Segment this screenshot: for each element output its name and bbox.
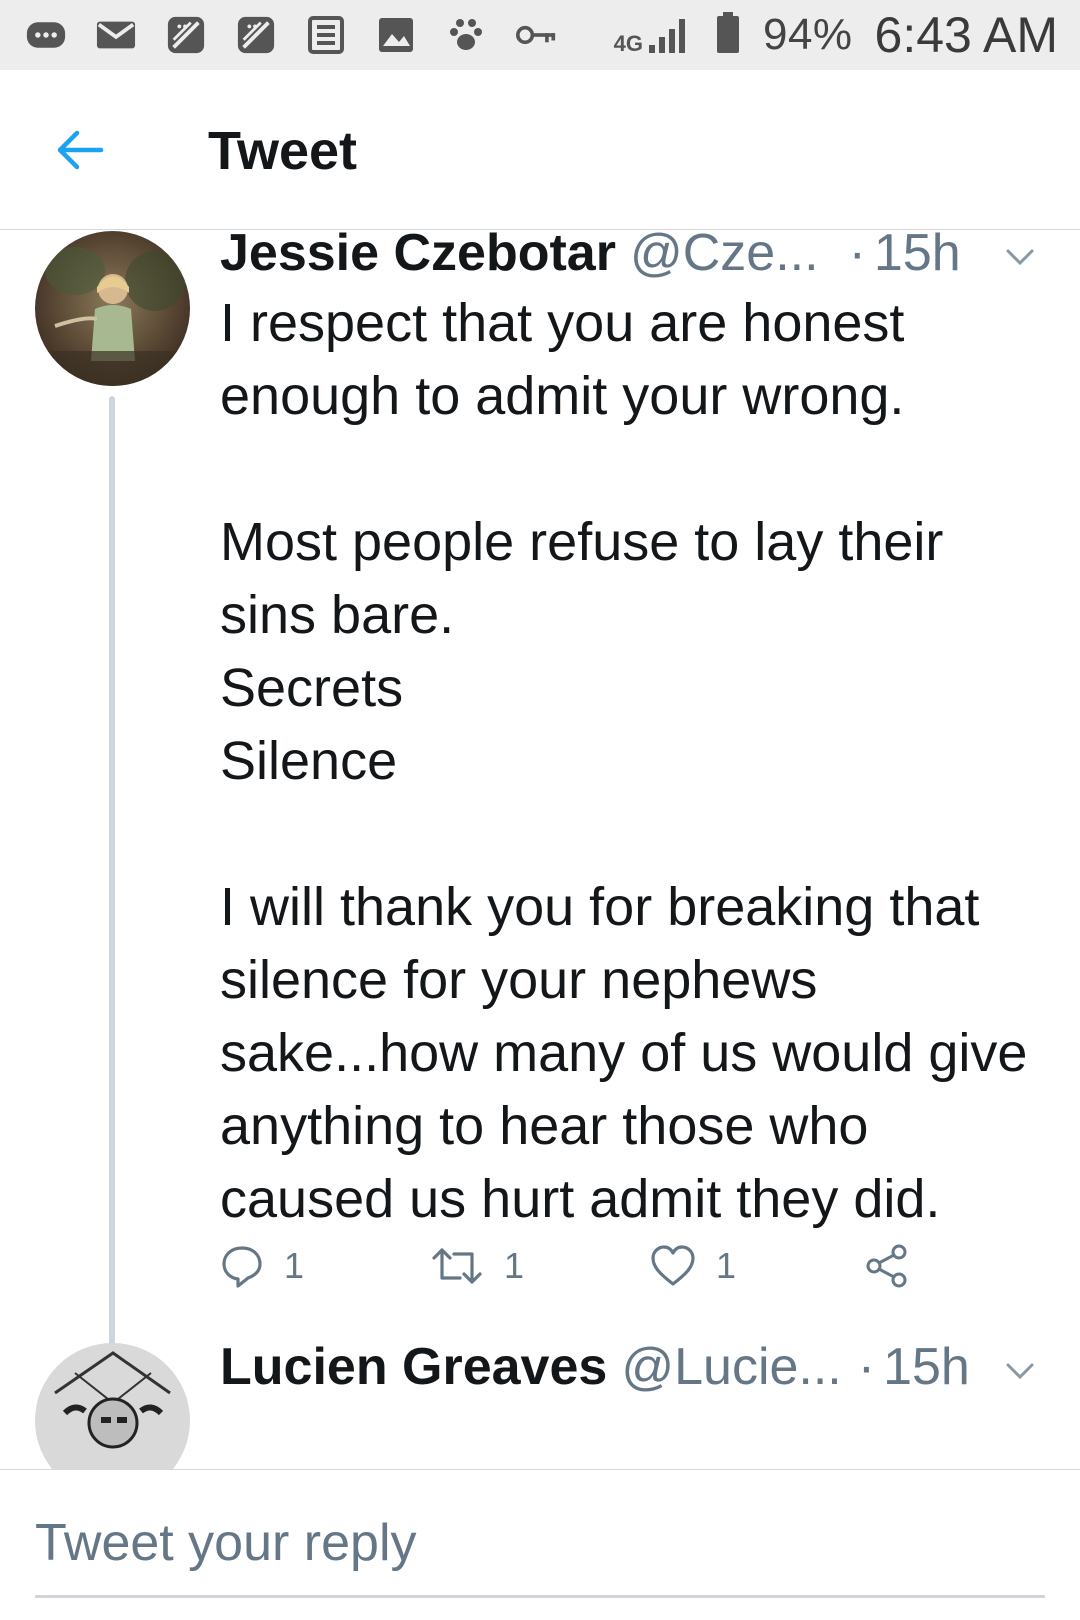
- status-bar: 4G 94% 6:43 AM: [0, 0, 1080, 70]
- reply-count: 1: [284, 1245, 305, 1286]
- tweet-text: I respect that you are honest enough to …: [220, 287, 1040, 1236]
- tweet-timestamp[interactable]: 15h: [874, 231, 961, 283]
- vpn-key-icon: [516, 15, 556, 55]
- back-arrow-icon[interactable]: [50, 120, 110, 180]
- reply-input-underline: [35, 1595, 1045, 1598]
- tweet-header: Lucien Greaves @Lucie... · 15h: [220, 1337, 1040, 1397]
- retweet-button[interactable]: 1: [430, 1244, 524, 1288]
- reply-input[interactable]: [35, 1510, 1045, 1576]
- separator-dot: ·: [857, 1338, 876, 1396]
- network-type-label: 4G: [613, 31, 643, 56]
- heart-icon: [651, 1245, 695, 1286]
- clock: 6:43 AM: [874, 7, 1058, 63]
- user-handle[interactable]: @Lucie...: [621, 1337, 841, 1397]
- tweet[interactable]: Jessie Czebotar @Cze... · 15h I respect …: [0, 231, 1080, 1381]
- thread-connector: [109, 396, 115, 1381]
- email-icon: [96, 15, 136, 55]
- tweet-paragraph: I respect that you are honest enough to …: [220, 293, 905, 426]
- tweet-timestamp[interactable]: 15h: [883, 1337, 970, 1397]
- network-4g-icon: 4G: [614, 15, 693, 55]
- tweet-actions: 1 1 1: [220, 1231, 940, 1301]
- app-header: Tweet: [0, 70, 1080, 230]
- like-count: 1: [716, 1245, 737, 1286]
- tweet-paragraph: I will thank you for breaking that silen…: [220, 877, 1028, 1229]
- more-notifications-icon: [26, 15, 66, 55]
- paw-icon: [446, 15, 486, 55]
- like-button[interactable]: 1: [650, 1244, 736, 1288]
- display-name[interactable]: Lucien Greaves: [220, 1337, 607, 1397]
- tweet-paragraph: Most people refuse to lay their sins bar…: [220, 512, 944, 791]
- share-button[interactable]: [865, 1244, 909, 1288]
- retweet-count: 1: [504, 1245, 525, 1286]
- news-icon: [306, 15, 346, 55]
- battery-icon: [715, 11, 741, 59]
- share-icon: [866, 1244, 907, 1288]
- reply-icon: [222, 1246, 262, 1288]
- reply-button[interactable]: 1: [220, 1244, 304, 1288]
- reply-composer: [0, 1469, 1080, 1620]
- battery-percent: 94%: [762, 10, 853, 59]
- separator-dot: ·: [848, 231, 866, 282]
- chevron-down-icon[interactable]: [1000, 237, 1040, 277]
- blackberry-hub-icon-2: [236, 15, 276, 55]
- tweet[interactable]: Lucien Greaves @Lucie... · 15h: [0, 1338, 1080, 1469]
- user-handle[interactable]: @Cze...: [630, 231, 819, 283]
- page-title: Tweet: [208, 121, 358, 181]
- avatar[interactable]: [35, 1343, 190, 1469]
- display-name[interactable]: Jessie Czebotar: [220, 231, 616, 283]
- retweet-icon: [432, 1248, 482, 1284]
- gallery-icon: [376, 15, 416, 55]
- blackberry-hub-icon: [166, 15, 206, 55]
- avatar[interactable]: [35, 231, 190, 386]
- conversation-feed[interactable]: Jessie Czebotar @Cze... · 15h I respect …: [0, 231, 1080, 1469]
- tweet-header: Jessie Czebotar @Cze... · 15h: [220, 231, 1040, 283]
- chevron-down-icon[interactable]: [1000, 1351, 1040, 1391]
